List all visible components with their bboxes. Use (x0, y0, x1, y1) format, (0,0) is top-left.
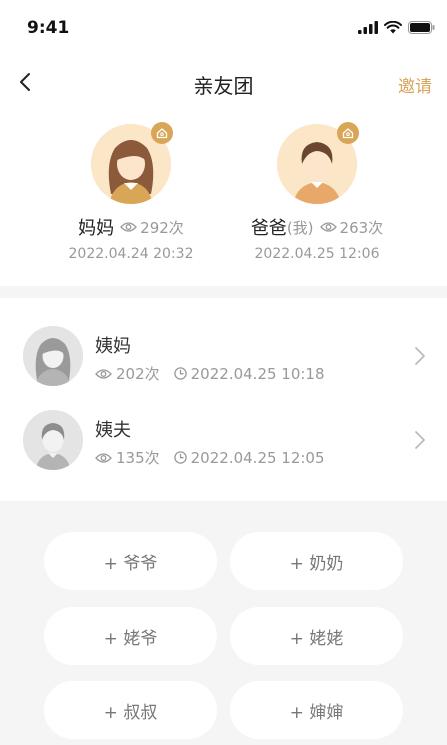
parent-last-visit: 2022.04.24 20:32 (68, 246, 194, 262)
view-count-text: 292次 (140, 218, 184, 237)
view-count: 292次 (120, 217, 184, 238)
relatives-list: 姨妈 202次 2022.04.25 10:18 姨夫 135次 2022.04… (0, 298, 447, 501)
battery-icon (408, 21, 435, 34)
last-visit-text: 2022.04.25 12:05 (190, 448, 325, 467)
home-badge-icon (151, 122, 173, 144)
avatar-wrap (277, 122, 359, 204)
last-visit: 2022.04.25 12:05 (173, 448, 325, 467)
wifi-icon (384, 21, 402, 34)
view-count-text: 263次 (339, 218, 384, 237)
view-count: 263次 (319, 217, 384, 238)
parent-last-visit: 2022.04.25 12:06 (254, 246, 380, 262)
eye-icon (95, 368, 112, 379)
add-maternal-grandma-button[interactable]: + 姥姥 (230, 607, 403, 665)
chevron-right-icon (415, 347, 425, 365)
add-aunt-button[interactable]: + 婶婶 (230, 681, 403, 739)
list-item[interactable]: 姨夫 135次 2022.04.25 12:05 (0, 398, 447, 482)
parent-name: 爸爸 (250, 218, 287, 239)
avatar-wrap (91, 122, 173, 204)
clock-icon (173, 451, 187, 464)
status-icons (358, 21, 435, 34)
view-count: 135次 (95, 447, 160, 468)
parent-card-mother[interactable]: 妈妈 292次 2022.04.24 20:32 (46, 122, 216, 262)
add-uncle-button[interactable]: + 叔叔 (44, 681, 217, 739)
last-visit: 2022.04.25 10:18 (173, 364, 325, 383)
cellular-signal-icon (358, 21, 378, 34)
me-tag: (我) (286, 218, 314, 237)
add-grandma-button[interactable]: + 奶奶 (230, 532, 403, 590)
navigation-bar: 亲友团 邀请 (0, 60, 447, 106)
parent-card-father[interactable]: 爸爸 (我) 263次 2022.04.25 12:06 (232, 122, 402, 262)
add-grandpa-button[interactable]: + 爷爷 (44, 532, 217, 590)
relative-avatar (23, 410, 83, 470)
eye-icon (120, 222, 138, 232)
clock-icon (173, 367, 187, 380)
eye-icon (95, 452, 112, 463)
parent-name: 妈妈 (78, 218, 115, 239)
list-item[interactable]: 姨妈 202次 2022.04.25 10:18 (0, 314, 447, 398)
relative-meta: 202次 2022.04.25 10:18 (95, 363, 325, 384)
eye-icon (319, 222, 337, 232)
chevron-right-icon (415, 431, 425, 449)
relative-name: 姨夫 (95, 420, 131, 441)
page-title: 亲友团 (193, 74, 254, 98)
home-badge-icon (337, 122, 359, 144)
relative-avatar (23, 326, 83, 386)
name-line: 爸爸 (我) 263次 (232, 214, 402, 240)
view-count: 202次 (95, 363, 160, 384)
last-visit-text: 2022.04.25 10:18 (190, 364, 325, 383)
relative-meta: 135次 2022.04.25 12:05 (95, 447, 325, 468)
invite-button[interactable]: 邀请 (398, 72, 432, 97)
status-time: 9:41 (27, 18, 70, 38)
status-bar: 9:41 (0, 0, 447, 60)
relative-name: 姨妈 (95, 336, 131, 357)
view-count-text: 202次 (116, 365, 160, 383)
view-count-text: 135次 (116, 449, 160, 467)
parents-section: 妈妈 292次 2022.04.24 20:32 爸爸 (我) 263次 202… (0, 106, 447, 286)
add-maternal-grandpa-button[interactable]: + 姥爷 (44, 607, 217, 665)
name-line: 妈妈 292次 (46, 214, 216, 240)
